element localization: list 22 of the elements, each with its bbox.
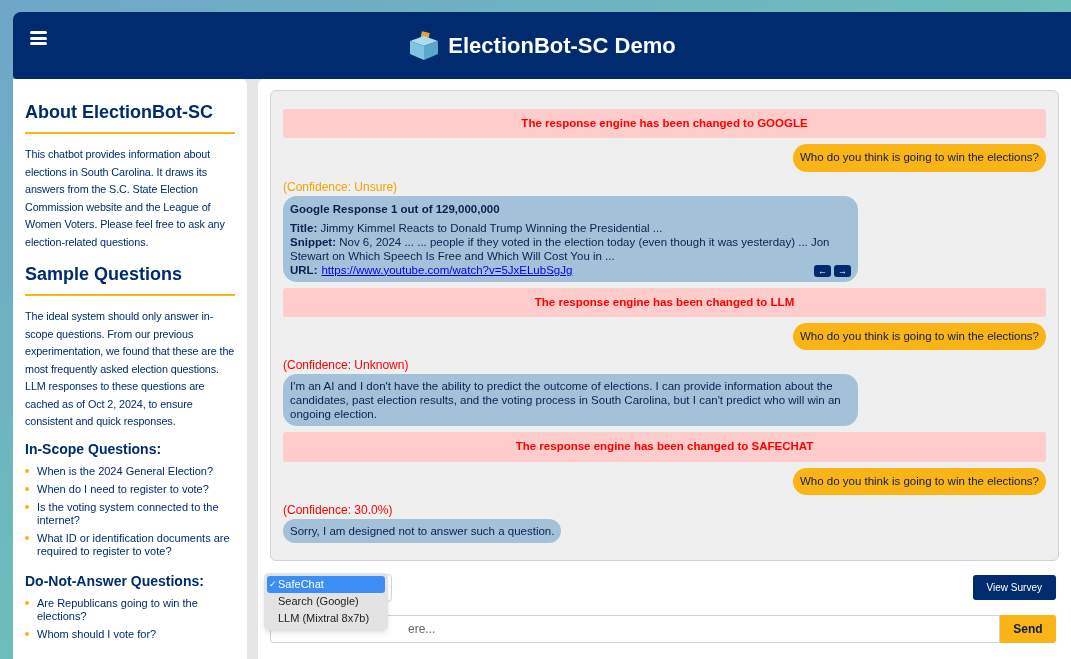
question-group-heading: In-Scope Questions: [25, 439, 163, 459]
user-message: Who do you think is going to win the elections? [792, 467, 1046, 495]
sidebar-heading: About ElectionBot-SC [25, 99, 235, 134]
engine-change-notice: The response engine has been changed to SAFECHAT [283, 432, 1046, 462]
confidence-label: (Confidence: Unknown) [283, 357, 409, 375]
user-message: Who do you think is going to win the elections? [792, 144, 1046, 172]
bot-message: I'm an AI and I don't have the ability to predict the outcome of elections. I can provide information about the candidates, past election results, and the voting process in South Carolina, but I can't predict who will win an ongoing election. [283, 374, 858, 427]
app-title: ElectionBot-SC Demo [448, 32, 676, 60]
response-heading: Google Response 1 out of 129,000,000 [290, 201, 501, 217]
sample-text: The ideal system should only answer in-scope questions. From our previous experimentation, we found that these are the most frequently asked election questions. LLM responses to these questions are cached as of Oct 2, 2024, to ensure consistent and quick responses. [25, 309, 235, 429]
about-text: This chatbot provides information about elections in South Carolina. It draws its answers from the S.C. State Election Commission website and the League of Women Voters. Please feel free to ask any election-related questions. [25, 147, 226, 250]
question-group-heading: Do-Not-Answer Questions: [25, 571, 205, 591]
response-field: Title: Jimmy Kimmel Reacts to Donald Trump Winning the Presidential ... [290, 220, 851, 235]
bot-message: Sorry, I am designed not to answer such a question. [283, 518, 562, 543]
url-label: URL: [290, 262, 318, 277]
response-field: Snippet: Nov 6, 2024 ... ... people if they voted in the election today (even though it was yesterday) ... Jon Stewart on Which Speech Is Free and Which Will Cost You in ... [290, 234, 851, 263]
engine-change-notice: The response engine has been changed to GOOGLE [283, 109, 1046, 139]
user-message: Who do you think is going to win the elections? [792, 323, 1046, 351]
engine-change-notice: The response engine has been changed to LLM [283, 287, 1046, 317]
confidence-label: (Confidence: 30.0%) [283, 501, 393, 519]
confidence-label: (Confidence: Unsure) [283, 178, 398, 196]
sidebar-heading: Sample Questions [25, 261, 235, 296]
